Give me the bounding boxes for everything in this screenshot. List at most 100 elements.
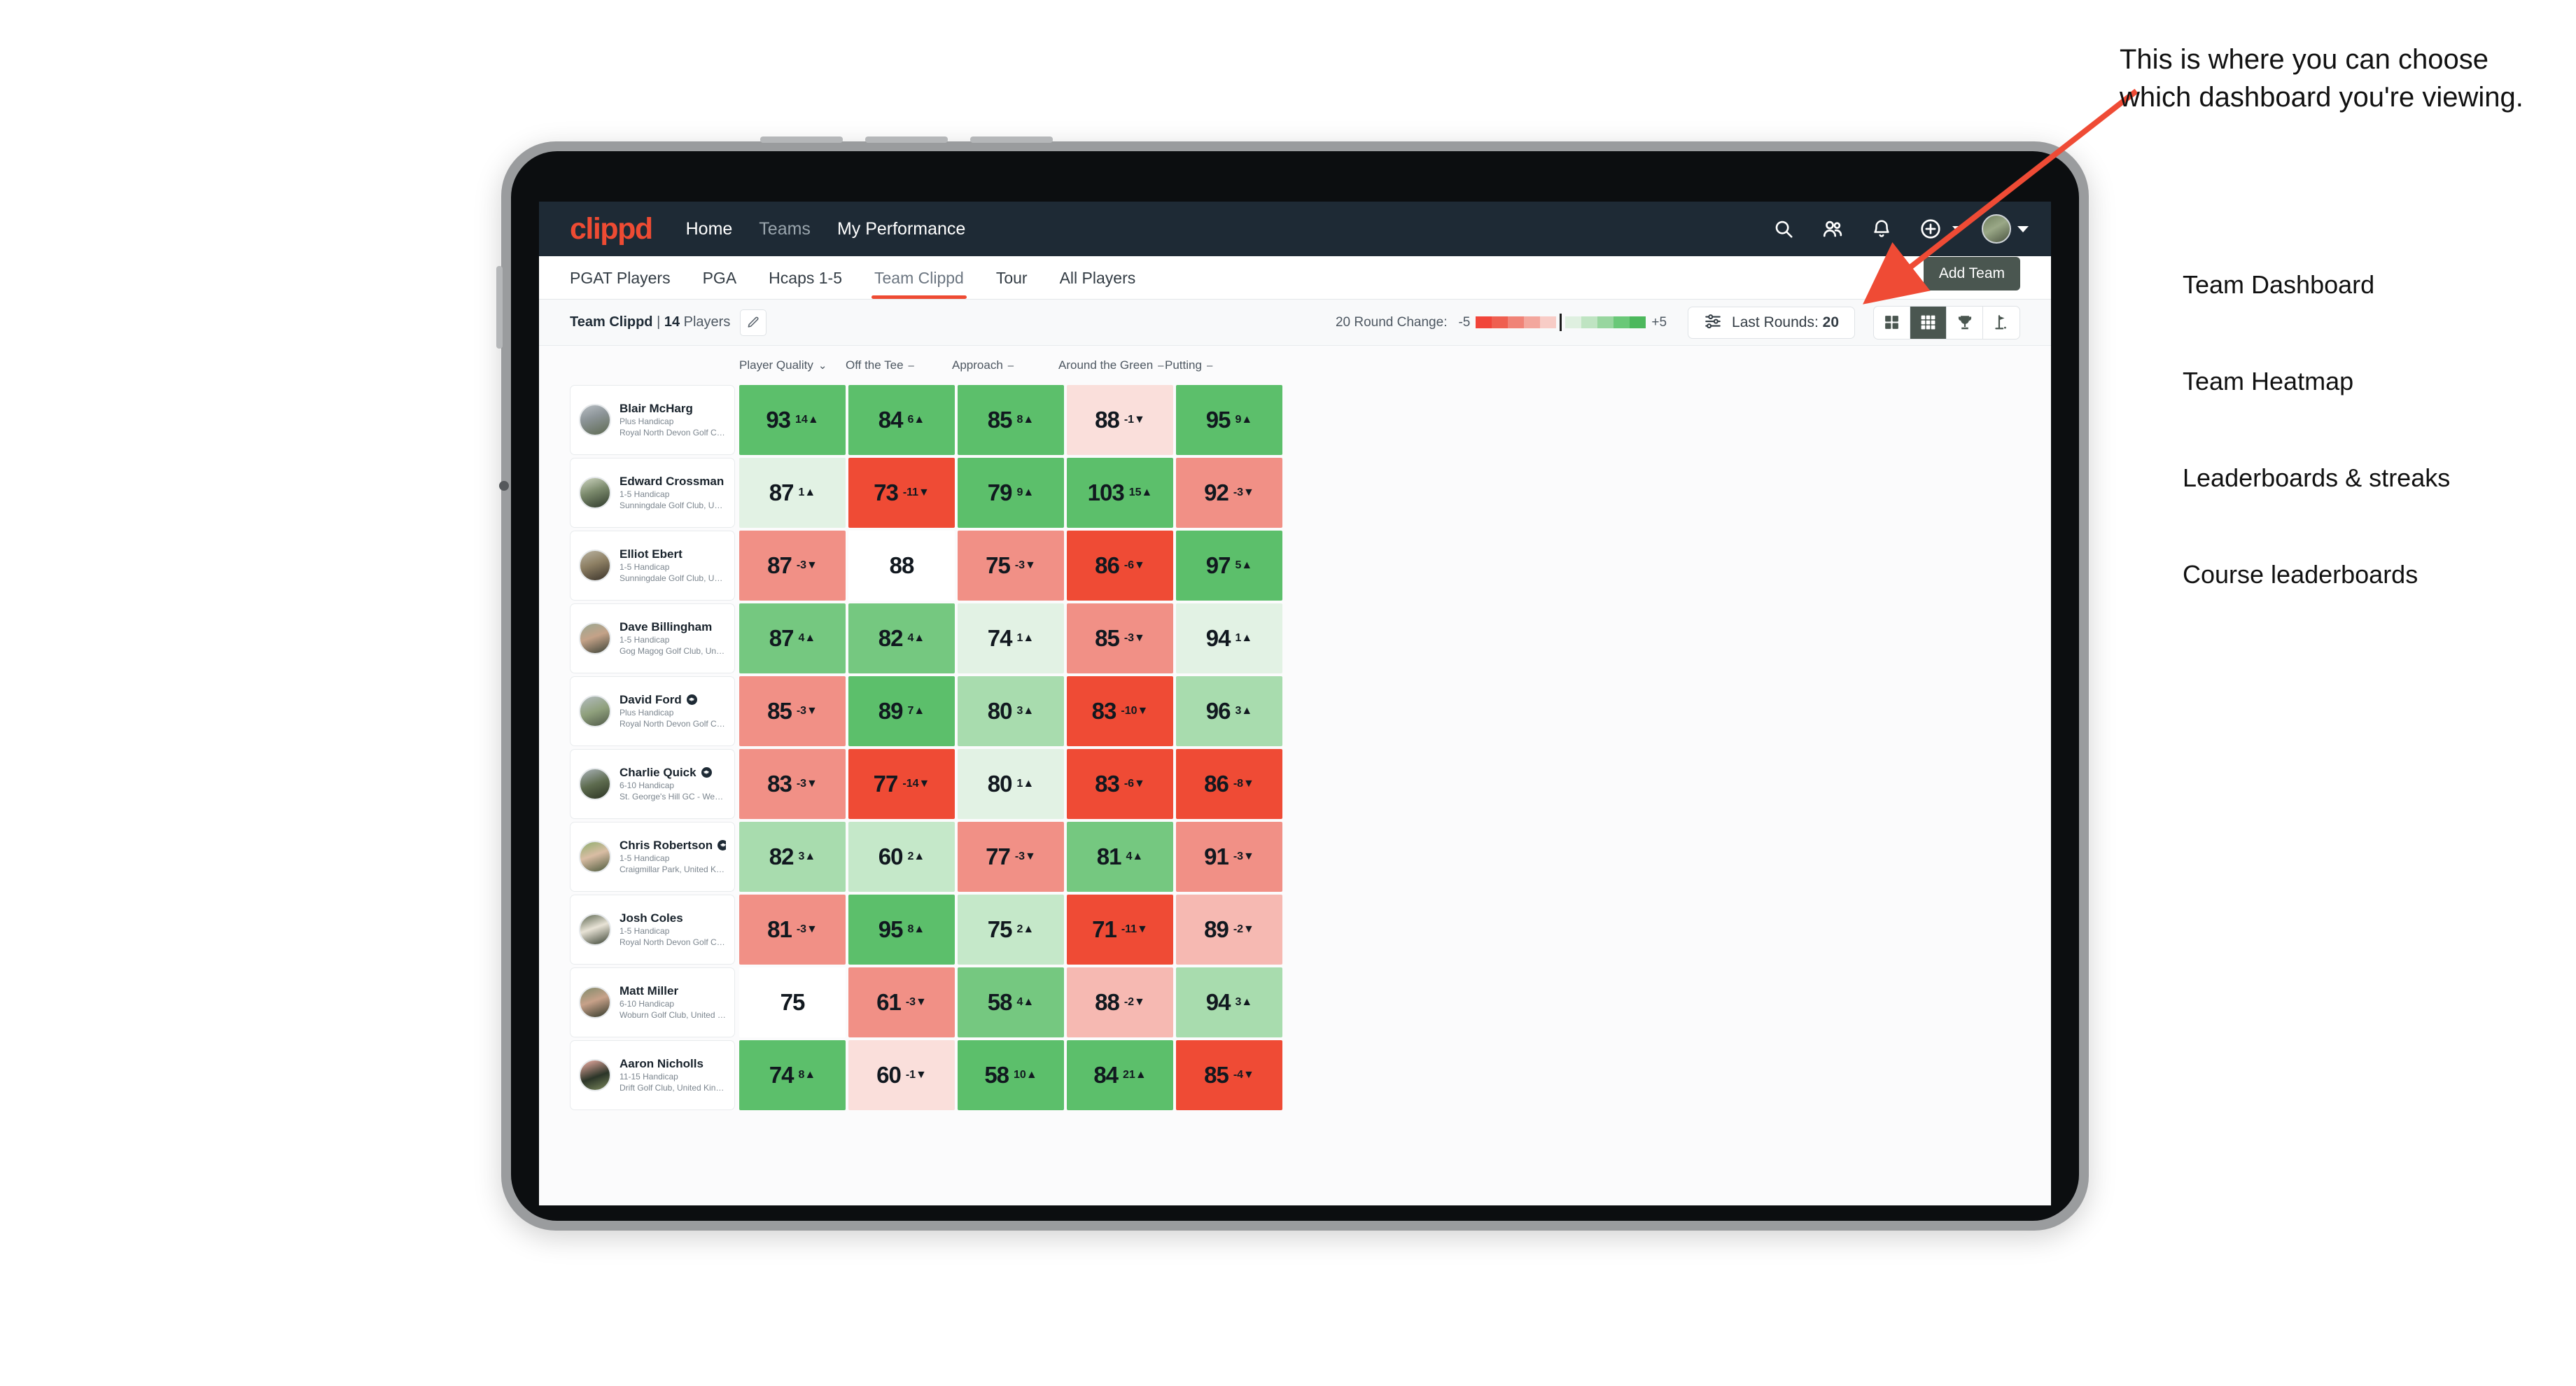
heatmap-cell[interactable]: 80 3▲ [958, 676, 1064, 746]
heatmap-cell[interactable]: 97 5▲ [1176, 531, 1282, 601]
player-card[interactable]: Matt Miller 6-10 Handicap Woburn Golf Club… [570, 967, 735, 1037]
heatmap-cell[interactable]: 60 2▲ [848, 822, 955, 892]
table-row[interactable]: Dave Billingham 1-5 Handicap Gog Magog Gol… [539, 603, 2051, 673]
heatmap-cell[interactable]: 74 1▲ [958, 603, 1064, 673]
nav-link-home[interactable]: Home [686, 219, 733, 239]
heatmap-cell[interactable]: 94 1▲ [1176, 603, 1282, 673]
heatmap-cell[interactable]: 91 -3▼ [1176, 822, 1282, 892]
heatmap-cell[interactable]: 88 [848, 531, 955, 601]
heatmap-cell[interactable]: 58 10▲ [958, 1040, 1064, 1110]
edit-team-button[interactable] [740, 309, 767, 336]
cell-value: 79 [987, 479, 1013, 505]
player-name: Blair McHarg [620, 401, 693, 415]
last-rounds-filter-button[interactable]: Last Rounds: 20 [1688, 306, 1855, 339]
column-header-player-quality[interactable]: Player Quality ⌄ [739, 358, 846, 372]
heatmap-cell[interactable]: 84 21▲ [1067, 1040, 1173, 1110]
player-card[interactable]: Josh Coles 1-5 Handicap Royal North Devon … [570, 895, 735, 965]
heatmap-cell[interactable]: 75 -3▼ [958, 531, 1064, 601]
heatmap-cell[interactable]: 103 15▲ [1067, 458, 1173, 528]
heatmap-cell[interactable]: 95 9▲ [1176, 385, 1282, 455]
heatmap-cell[interactable]: 88 -1▼ [1067, 385, 1173, 455]
heatmap-cell[interactable]: 73 -11▼ [848, 458, 955, 528]
clippd-logo[interactable]: clippd [570, 214, 653, 244]
player-card[interactable]: Blair McHarg Plus Handicap Royal North Dev… [570, 385, 735, 455]
legend-swatch [1508, 316, 1525, 328]
table-row[interactable]: David Ford Plus Handicap Royal North Devon… [539, 676, 2051, 746]
cell-value: 77 [986, 844, 1011, 869]
heatmap-cell[interactable]: 79 9▲ [958, 458, 1064, 528]
table-row[interactable]: Aaron Nicholls 11-15 Handicap Drift Golf C… [539, 1040, 2051, 1110]
player-handicap: Plus Handicap [620, 707, 674, 718]
table-row[interactable]: Chris Robertson 1-5 Handicap Craigmillar P… [539, 822, 2051, 892]
tab-all-players[interactable]: All Players [1060, 269, 1136, 299]
device-port [499, 481, 509, 491]
heatmap-cell[interactable]: 60 -1▼ [848, 1040, 955, 1110]
search-icon[interactable] [1768, 214, 1799, 244]
heatmap-cell[interactable]: 82 4▲ [848, 603, 955, 673]
heatmap-cell[interactable]: 83 -6▼ [1067, 749, 1173, 819]
heatmap-cell[interactable]: 88 -2▼ [1067, 967, 1173, 1037]
heatmap-cell[interactable]: 92 -3▼ [1176, 458, 1282, 528]
legend-label: 20 Round Change: [1335, 314, 1448, 330]
heatmap-cell[interactable]: 87 4▲ [739, 603, 846, 673]
heatmap-cell[interactable]: 81 -3▼ [739, 895, 846, 965]
player-card[interactable]: Chris Robertson 1-5 Handicap Craigmillar P… [570, 822, 735, 892]
annotation-item-course-leaderboards: Course leaderboards [2183, 560, 2418, 589]
heatmap-cell[interactable]: 83 -3▼ [739, 749, 846, 819]
player-card[interactable]: Dave Billingham 1-5 Handicap Gog Magog Gol… [570, 603, 735, 673]
heatmap-cell[interactable]: 89 7▲ [848, 676, 955, 746]
column-header-putting[interactable]: Putting – [1165, 358, 1271, 372]
heatmap-cell[interactable]: 86 -8▼ [1176, 749, 1282, 819]
heatmap-cell[interactable]: 81 4▲ [1067, 822, 1173, 892]
heatmap-cell[interactable]: 96 3▲ [1176, 676, 1282, 746]
table-row[interactable]: Matt Miller 6-10 Handicap Woburn Golf Club… [539, 967, 2051, 1037]
heatmap-cell[interactable]: 71 -11▼ [1067, 895, 1173, 965]
table-row[interactable]: Blair McHarg Plus Handicap Royal North Dev… [539, 385, 2051, 455]
cell-delta: -3▼ [1233, 850, 1254, 862]
heatmap-cell[interactable]: 87 -3▼ [739, 531, 846, 601]
player-card[interactable]: David Ford Plus Handicap Royal North Devon… [570, 676, 735, 746]
heatmap-cell[interactable]: 84 6▲ [848, 385, 955, 455]
player-card[interactable]: Edward Crossman 1-5 Handicap Sunningdale G… [570, 458, 735, 528]
player-card[interactable]: Elliot Ebert 1-5 Handicap Sunningdale Golf… [570, 531, 735, 601]
heatmap-cell[interactable]: 75 2▲ [958, 895, 1064, 965]
tab-pgat-players[interactable]: PGAT Players [570, 269, 671, 299]
heatmap-cell[interactable]: 89 -2▼ [1176, 895, 1282, 965]
heatmap-cell[interactable]: 85 8▲ [958, 385, 1064, 455]
heatmap-cell[interactable]: 80 1▲ [958, 749, 1064, 819]
table-row[interactable]: Josh Coles 1-5 Handicap Royal North Devon … [539, 895, 2051, 965]
heatmap-cell[interactable]: 87 1▲ [739, 458, 846, 528]
nav-link-teams[interactable]: Teams [759, 219, 811, 239]
table-row[interactable]: Elliot Ebert 1-5 Handicap Sunningdale Golf… [539, 531, 2051, 601]
heatmap-cell[interactable]: 95 8▲ [848, 895, 955, 965]
tab-hcaps-1-5[interactable]: Hcaps 1-5 [769, 269, 842, 299]
cell-value: 61 [876, 989, 902, 1015]
player-card[interactable]: Aaron Nicholls 11-15 Handicap Drift Golf C… [570, 1040, 735, 1110]
heatmap-cell[interactable]: 85 -3▼ [1067, 603, 1173, 673]
table-row[interactable]: Edward Crossman 1-5 Handicap Sunningdale G… [539, 458, 2051, 528]
heatmap-cell[interactable]: 85 -3▼ [739, 676, 846, 746]
column-header-off-the-tee[interactable]: Off the Tee – [846, 358, 952, 372]
table-row[interactable]: Charlie Quick 6-10 Handicap St. George's H… [539, 749, 2051, 819]
nav-link-my-performance[interactable]: My Performance [837, 219, 965, 239]
tab-tour[interactable]: Tour [996, 269, 1028, 299]
heatmap-cell[interactable]: 83 -10▼ [1067, 676, 1173, 746]
column-header-around-the-green[interactable]: Around the Green – [1058, 358, 1165, 372]
cell-delta: 6▲ [907, 414, 925, 426]
heatmap-cell[interactable]: 94 3▲ [1176, 967, 1282, 1037]
heatmap-cell[interactable]: 75 [739, 967, 846, 1037]
player-card[interactable]: Charlie Quick 6-10 Handicap St. George's H… [570, 749, 735, 819]
heatmap-cell[interactable]: 61 -3▼ [848, 967, 955, 1037]
heatmap-cell[interactable]: 74 8▲ [739, 1040, 846, 1110]
tab-pga[interactable]: PGA [703, 269, 737, 299]
heatmap-cell[interactable]: 93 14▲ [739, 385, 846, 455]
heatmap-cell[interactable]: 58 4▲ [958, 967, 1064, 1037]
tab-team-clippd[interactable]: Team Clippd [872, 269, 967, 299]
column-header-approach[interactable]: Approach – [952, 358, 1058, 372]
heatmap-cell[interactable]: 77 -14▼ [848, 749, 955, 819]
cell-value: 58 [987, 989, 1013, 1015]
heatmap-cell[interactable]: 77 -3▼ [958, 822, 1064, 892]
heatmap-cell[interactable]: 85 -4▼ [1176, 1040, 1282, 1110]
heatmap-cell[interactable]: 82 3▲ [739, 822, 846, 892]
heatmap-cell[interactable]: 86 -6▼ [1067, 531, 1173, 601]
